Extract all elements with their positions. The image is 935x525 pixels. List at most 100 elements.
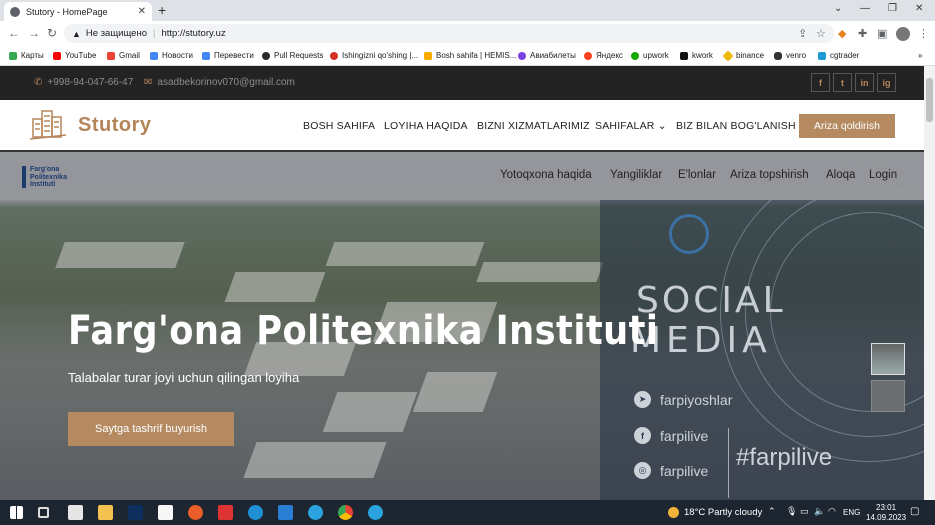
maximize-button[interactable]: ❐: [888, 3, 897, 14]
volume-icon[interactable]: 🔈: [814, 506, 825, 517]
nav-sahifalar[interactable]: SAHIFALAR ⌄: [595, 120, 667, 132]
windows-start-icon[interactable]: [10, 506, 23, 519]
close-window-button[interactable]: ✕: [915, 3, 923, 14]
language-indicator[interactable]: ENG: [843, 508, 860, 517]
flights-icon: [518, 51, 526, 60]
nav-loyiha-haqida[interactable]: LOYIHA HAQIDA: [384, 120, 468, 132]
wifi-icon[interactable]: ◠: [828, 506, 836, 517]
notepad-icon[interactable]: [68, 505, 83, 520]
tab-title: Stutory - HomePage: [26, 6, 108, 17]
page-scrollbar[interactable]: [924, 66, 935, 500]
network-icon[interactable]: ▭: [800, 506, 809, 517]
bookmark-item[interactable]: Ishingizni qo'shing |...: [330, 51, 418, 60]
app-icon[interactable]: [188, 505, 203, 520]
nav-bosh-sahifa[interactable]: BOSH SAHIFA: [303, 120, 375, 132]
bookmark-item[interactable]: kwork: [680, 51, 713, 60]
tray-chevron-icon[interactable]: ⌃: [768, 506, 776, 517]
bookmark-item[interactable]: YouTube: [53, 51, 96, 60]
microphone-icon[interactable]: 🎙: [786, 506, 797, 517]
chevron-down-icon[interactable]: ⌄: [834, 3, 842, 14]
calendar-app-icon[interactable]: [158, 505, 173, 520]
reload-button[interactable]: ↻: [47, 26, 57, 40]
bookmark-item[interactable]: Gmail: [107, 51, 140, 60]
menu-icon[interactable]: ⋮: [918, 27, 929, 40]
nav-xizmatlar[interactable]: BIZNI XIZMATLARIMIZ: [477, 120, 590, 132]
bookmark-star-icon[interactable]: ☆: [816, 27, 826, 40]
bookmark-item[interactable]: binance: [722, 49, 764, 62]
bookmark-item[interactable]: cgtrader: [818, 51, 859, 60]
close-tab-icon[interactable]: ✕: [138, 6, 146, 17]
instagram-icon[interactable]: ig: [877, 73, 896, 92]
slide-thumbnail[interactable]: [871, 343, 905, 375]
telegram-icon[interactable]: [308, 505, 323, 520]
profile-avatar[interactable]: [896, 27, 910, 41]
logo-line: Politexnika: [30, 173, 67, 181]
bookmark-item[interactable]: upwork: [631, 51, 669, 60]
edge-icon[interactable]: [248, 505, 263, 520]
forward-button[interactable]: →: [28, 26, 40, 40]
twitter-icon[interactable]: t: [833, 73, 852, 92]
url-text: http://stutory.uz: [161, 28, 226, 39]
browser-tab[interactable]: Stutory - HomePage ✕: [4, 2, 152, 21]
slide-thumbnail[interactable]: [871, 380, 905, 412]
inner-nav-ariza[interactable]: Ariza topshirish: [730, 169, 809, 181]
notification-icon[interactable]: ▢: [910, 506, 919, 517]
bookmark-item[interactable]: Карты: [9, 51, 44, 60]
telegram-handle: ➤ farpiyoshlar: [634, 391, 732, 408]
bookmark-item[interactable]: Яндекс: [584, 51, 623, 60]
inner-nav-elonlar[interactable]: E'lonlar: [678, 169, 716, 181]
bookmark-item[interactable]: Новости: [150, 51, 193, 60]
share-icon[interactable]: ⇪: [798, 27, 807, 40]
scrollbar-thumb[interactable]: [926, 78, 933, 122]
divider: |: [153, 28, 156, 39]
inner-nav-login[interactable]: Login: [869, 169, 897, 181]
phone-icon: ✆: [34, 77, 43, 88]
app-icon[interactable]: [218, 505, 233, 520]
inner-nav-yotoqxona[interactable]: Yotoqxona haqida: [500, 169, 592, 181]
metamask-icon[interactable]: ◆: [838, 27, 846, 40]
email-contact[interactable]: ✉ asadbekorinov070@gmail.com: [144, 77, 295, 88]
logo-line: Instituti: [30, 181, 56, 188]
instagram-handle: ◎ farpilive: [634, 462, 708, 479]
warning-icon[interactable]: ▲: [72, 29, 81, 39]
new-tab-button[interactable]: +: [158, 2, 166, 18]
facebook-icon[interactable]: f: [811, 73, 830, 92]
hero-title: Farg'ona Politexnika Instituti: [68, 308, 659, 354]
bookmark-item[interactable]: Авиабилеты: [518, 51, 576, 60]
telegram-icon[interactable]: [368, 505, 383, 520]
divider: [728, 428, 729, 498]
bookmark-item[interactable]: Pull Requests: [262, 51, 323, 60]
clock-date: 14.09.2023: [866, 513, 907, 522]
phone-contact[interactable]: ✆ +998-94-047-66-47: [34, 77, 133, 88]
weather-widget[interactable]: 18°C Partly cloudy: [668, 507, 762, 518]
logo-line: Farg'ona: [30, 166, 60, 173]
fpi-logo-icon: [22, 166, 26, 189]
github-icon: [262, 51, 270, 60]
inner-nav-aloqa[interactable]: Aloqa: [826, 169, 855, 181]
building-logo-icon[interactable]: [28, 107, 68, 143]
more-bookmarks-icon[interactable]: »: [918, 51, 922, 60]
extensions-icon[interactable]: ✚: [858, 27, 867, 40]
nav-boglanish[interactable]: BIZ BILAN BOG'LANISH: [676, 120, 796, 132]
bookmark-item[interactable]: Bosh sahifa | HEMIS...: [424, 51, 516, 60]
inner-nav-yangiliklar[interactable]: Yangiliklar: [610, 169, 662, 181]
address-input[interactable]: ▲ Не защищено | http://stutory.uz: [64, 24, 834, 43]
back-button[interactable]: ←: [8, 26, 20, 40]
file-explorer-icon[interactable]: [98, 505, 113, 520]
ariza-qoldirish-button[interactable]: Ariza qoldirish: [799, 114, 895, 138]
system-clock[interactable]: 23:01 14.09.2023: [866, 503, 906, 523]
photoshop-icon[interactable]: [128, 505, 143, 520]
sidepanel-icon[interactable]: ▣: [877, 27, 887, 40]
visit-site-button[interactable]: Saytga tashrif buyurish: [68, 412, 234, 446]
bookmark-item[interactable]: Перевести: [202, 51, 254, 60]
clock-time: 23:01: [876, 503, 897, 512]
brand-name[interactable]: Stutory: [78, 114, 152, 137]
minimize-button[interactable]: —: [860, 3, 870, 14]
bookmark-item[interactable]: venro: [774, 51, 806, 60]
fpi-logo[interactable]: Farg'ona Politexnika Instituti: [22, 166, 67, 189]
task-view-icon[interactable]: [38, 507, 49, 518]
linkedin-icon[interactable]: in: [855, 73, 874, 92]
app-icon: [330, 51, 338, 60]
chrome-icon[interactable]: [338, 505, 353, 520]
vscode-icon[interactable]: [278, 505, 293, 520]
